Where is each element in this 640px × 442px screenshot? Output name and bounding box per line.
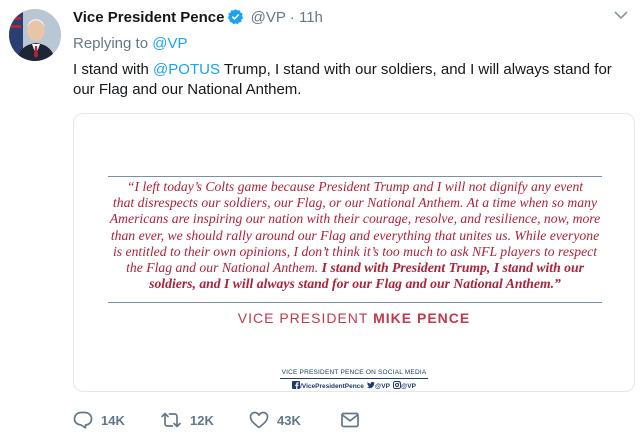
signature: VICE PRESIDENT MIKE PENCE xyxy=(74,310,634,326)
author-name[interactable]: Vice President Pence xyxy=(73,9,224,26)
quote-line-normal: the Flag and our National Anthem. xyxy=(126,260,322,276)
facebook-icon xyxy=(292,381,301,389)
social-links: /VicePresidentPence @VP @VP xyxy=(74,381,634,391)
reply-count: 14K xyxy=(101,412,125,428)
quote-image-card[interactable]: “I left today’s Colts game because Presi… xyxy=(73,113,635,392)
social-media-footer: VICE PRESIDENT PENCE ON SOCIAL MEDIA /Vi… xyxy=(74,361,634,391)
twitter-handle: @VP xyxy=(374,383,390,390)
social-title: VICE PRESIDENT PENCE ON SOCIAL MEDIA xyxy=(279,369,429,379)
quote-line-bold: I stand with President Trump, I stand wi… xyxy=(321,260,584,276)
envelope-icon xyxy=(340,411,368,429)
verified-badge-icon xyxy=(227,8,244,25)
quote-line-bold: soldiers, and I will always stand for ou… xyxy=(149,276,561,292)
replying-to: Replying to @VP xyxy=(73,34,187,54)
author-handle[interactable]: @VP xyxy=(251,9,286,26)
quote-line: Americans are inspiring our nation with … xyxy=(109,211,601,227)
quote-text: “I left today’s Colts game because Presi… xyxy=(98,179,612,292)
tweet-header: Vice President Pence @VP · 11h xyxy=(73,8,323,28)
replying-label: Replying to xyxy=(73,35,149,52)
mention-link[interactable]: @POTUS xyxy=(153,61,220,78)
signature-name: MIKE PENCE xyxy=(373,310,471,326)
like-button[interactable]: 43K xyxy=(249,408,301,432)
tweet: Vice President Pence @VP · 11h Replying … xyxy=(0,0,640,442)
tweet-text-before: I stand with xyxy=(73,61,154,78)
replying-mention-link[interactable]: @VP xyxy=(152,35,187,52)
quote-line: than ever, we should rally around our Fl… xyxy=(110,227,600,243)
quote-line: is entitled to their own opinions, I don… xyxy=(112,243,598,259)
quote-line: soldiers, and I will always stand for ou… xyxy=(98,276,612,292)
tweet-timestamp[interactable]: 11h xyxy=(299,9,323,26)
signature-title: VICE PRESIDENT xyxy=(237,310,369,326)
chevron-down-icon[interactable] xyxy=(614,10,628,20)
instagram-icon xyxy=(392,381,401,389)
heart-icon xyxy=(249,411,277,429)
divider-top xyxy=(108,176,602,177)
retweet-icon xyxy=(160,411,190,429)
tweet-actions: 14K 12K 43K xyxy=(73,408,613,432)
quote-line: “I left today’s Colts game because Presi… xyxy=(126,179,584,194)
facebook-handle: /VicePresidentPence xyxy=(300,383,364,390)
quote-line: that disrespects our soldiers, our Flag,… xyxy=(112,195,598,211)
like-count: 43K xyxy=(277,412,301,428)
divider-bottom xyxy=(108,302,602,303)
tweet-text: I stand with @POTUS Trump, I stand with … xyxy=(73,60,633,100)
instagram-handle: @VP xyxy=(400,383,416,390)
reply-icon xyxy=(73,411,101,429)
avatar[interactable] xyxy=(9,9,61,61)
direct-message-button[interactable] xyxy=(340,408,368,432)
retweet-button[interactable]: 12K xyxy=(160,408,214,432)
quote-line: the Flag and our National Anthem. I stan… xyxy=(98,260,612,276)
retweet-count: 12K xyxy=(190,412,214,428)
twitter-bird-icon xyxy=(366,381,375,389)
separator-dot: · xyxy=(289,9,295,26)
reply-button[interactable]: 14K xyxy=(73,408,125,432)
